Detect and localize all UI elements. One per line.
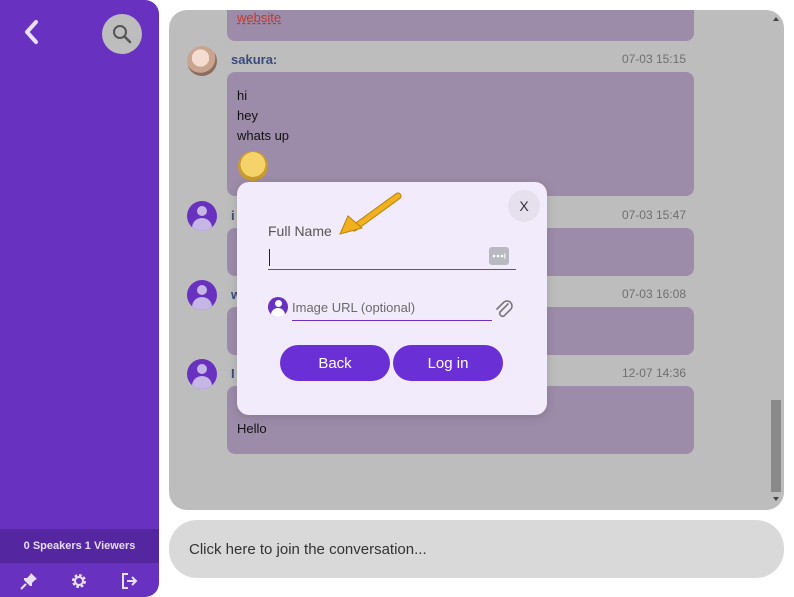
viewer-stats: 0 Speakers 1 Viewers xyxy=(0,529,159,563)
paperclip-icon[interactable] xyxy=(494,298,514,320)
scroll-thumb[interactable] xyxy=(771,400,781,492)
back-button[interactable] xyxy=(20,18,44,46)
message-bubble xyxy=(227,10,694,41)
search-button[interactable] xyxy=(102,14,142,54)
message-line: hey xyxy=(237,108,258,123)
join-conversation-bar[interactable]: Click here to join the conversation... xyxy=(169,520,784,578)
avatar xyxy=(187,280,217,310)
message-bubble xyxy=(227,72,694,196)
search-icon xyxy=(113,25,132,44)
full-name-input[interactable] xyxy=(268,246,516,270)
message-author: sakura: xyxy=(231,52,278,67)
message-text: hi hey whats up xyxy=(237,86,289,146)
emoji-sticker xyxy=(238,151,268,181)
chat-scrollbar[interactable] xyxy=(770,10,782,510)
full-name-label: Full Name xyxy=(268,223,332,239)
avatar xyxy=(187,359,217,389)
message-line: whats up xyxy=(237,128,290,143)
sidebar-footer xyxy=(0,565,159,597)
image-url-input[interactable] xyxy=(292,295,492,321)
chevron-left-icon xyxy=(25,20,38,44)
login-button[interactable]: Log in xyxy=(393,345,503,381)
message-time: 12-07 14:36 xyxy=(621,366,686,380)
scroll-up-icon[interactable] xyxy=(770,14,782,24)
exit-button[interactable] xyxy=(118,569,142,593)
message-time: 07-03 15:15 xyxy=(621,52,686,66)
message-text: Hello xyxy=(237,419,267,439)
close-button[interactable]: X xyxy=(508,190,540,222)
annotation-arrow-icon xyxy=(339,192,402,235)
message-time: 07-03 15:47 xyxy=(621,208,686,222)
message-time: 07-03 16:08 xyxy=(621,287,686,301)
exit-icon xyxy=(121,573,138,589)
pin-icon xyxy=(20,573,38,590)
avatar xyxy=(187,201,217,231)
website-link[interactable]: website xyxy=(237,10,281,25)
message-line: hi xyxy=(237,88,248,103)
back-button[interactable]: Back xyxy=(280,345,390,381)
gear-icon xyxy=(72,574,87,588)
sidebar: 0 Speakers 1 Viewers xyxy=(0,0,159,597)
pin-button[interactable] xyxy=(17,569,41,593)
scroll-down-icon[interactable] xyxy=(770,494,782,504)
text-caret xyxy=(269,249,270,266)
password-manager-icon[interactable] xyxy=(489,247,509,265)
message-author: i xyxy=(231,208,235,223)
settings-button[interactable] xyxy=(67,569,91,593)
message-line: Hello xyxy=(237,421,267,436)
avatar xyxy=(187,46,217,76)
message-author: I xyxy=(231,366,235,381)
person-icon xyxy=(268,297,288,317)
